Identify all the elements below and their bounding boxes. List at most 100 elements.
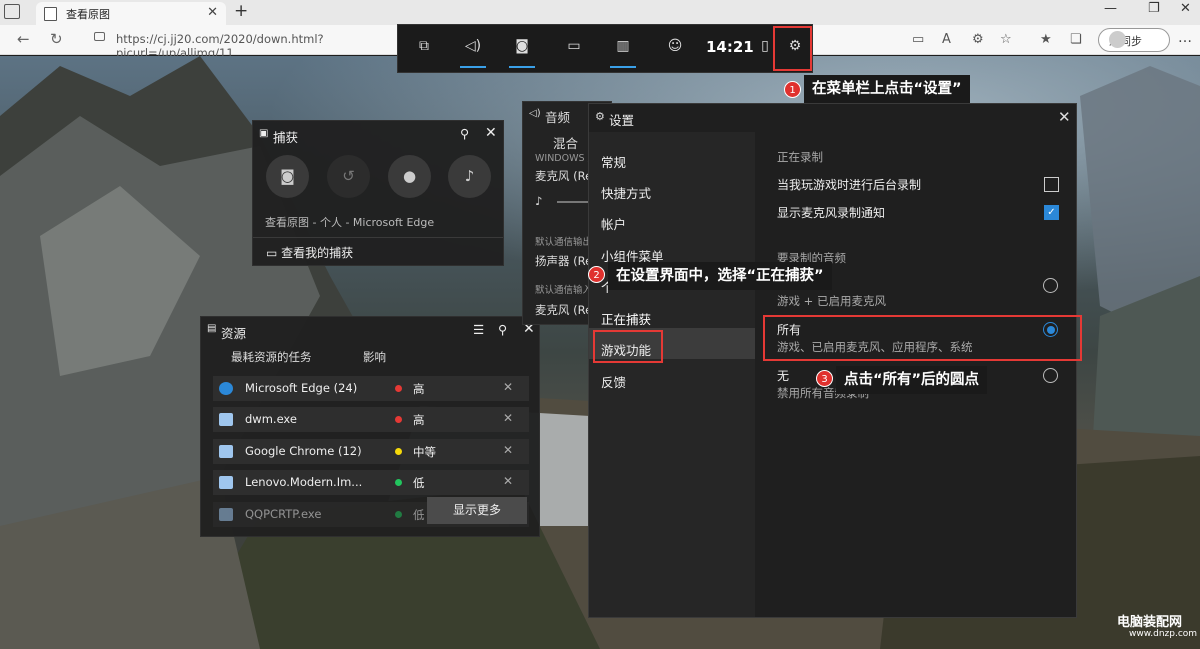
end-task-icon[interactable]: ✕ <box>503 411 513 425</box>
mic-device[interactable]: 麦克风 (Re <box>535 168 592 184</box>
extensions-icon[interactable]: ⚙ <box>972 32 984 47</box>
resources-header: ▤ 资源 ☰ ⚲ ✕ <box>201 317 539 345</box>
default-output-label: 默认通信输出 <box>535 237 593 248</box>
new-tab-button[interactable]: + <box>234 1 248 21</box>
gallery-icon: ▭ <box>266 246 282 260</box>
radio-game[interactable] <box>1043 278 1058 293</box>
table-row[interactable]: Google Chrome (12) 中等 ✕ <box>213 439 529 464</box>
url-field[interactable]: https://cj.jj20.com/2020/down.html?picur… <box>90 28 410 60</box>
app-window-icon <box>219 445 233 458</box>
app-available-icon[interactable]: ▭ <box>912 32 924 47</box>
table-row[interactable]: Lenovo.Modern.Im... 低 ✕ <box>213 470 529 495</box>
start-recording-button[interactable]: ● <box>388 155 431 198</box>
gear-icon: ⚙ <box>595 110 605 123</box>
callout-3: 点击“所有”后的圆点 <box>836 366 988 394</box>
show-more-button[interactable]: 显示更多 <box>427 497 527 524</box>
step-badge-1: 1 <box>784 81 801 98</box>
capture-widget: ▣ 捕获 ⚲ ✕ ◙ ↺ ● ♪ 查看原图 - 个人 - Microsoft E… <box>252 120 504 266</box>
more-icon[interactable]: … <box>1178 30 1192 46</box>
impact-dot <box>395 416 402 423</box>
refresh-icon[interactable]: ↻ <box>50 30 63 48</box>
minimize-icon[interactable]: — <box>1104 1 1117 16</box>
sidebar-item-capturing[interactable]: 正在捕获 <box>601 309 651 328</box>
impact-dot <box>395 385 402 392</box>
settings-title: 设置 <box>609 113 635 128</box>
end-task-icon[interactable]: ✕ <box>503 380 513 394</box>
view-captures-label: 查看我的捕获 <box>281 246 354 260</box>
column-task[interactable]: 最耗资源的任务 <box>231 349 312 365</box>
impact-level: 中等 <box>413 445 436 459</box>
impact-dot <box>395 511 402 518</box>
close-tab-icon[interactable]: ✕ <box>207 5 218 20</box>
widget-menu-icon[interactable]: ⧉ <box>413 38 435 58</box>
impact-level: 高 <box>413 413 425 427</box>
capture-icon[interactable]: ◙ <box>511 38 533 58</box>
option-none-label: 无 <box>777 369 790 383</box>
social-icon[interactable]: ☺ <box>664 38 686 58</box>
view-captures-link[interactable]: ▭ 查看我的捕获 <box>266 244 353 261</box>
speaker-device[interactable]: 扬声器 (Re <box>535 253 592 269</box>
mic-device-2[interactable]: 麦克风 (Re <box>535 302 592 318</box>
record-last-button[interactable]: ↺ <box>327 155 370 198</box>
end-task-icon[interactable]: ✕ <box>503 443 513 457</box>
active-indicator <box>460 66 486 68</box>
process-name: Lenovo.Modern.Im... <box>245 475 363 489</box>
audio-icon[interactable]: ◁) <box>462 38 484 58</box>
section-recording: 正在录制 <box>777 150 823 164</box>
browser-tab[interactable]: 查看原图 ✕ <box>36 2 226 25</box>
options-icon[interactable]: ☰ <box>473 322 484 337</box>
close-window-icon[interactable]: ✕ <box>1180 1 1191 16</box>
screenshot-button[interactable]: ◙ <box>266 155 309 198</box>
profile-sync-button[interactable]: 未同步 <box>1098 28 1170 52</box>
collections-icon[interactable]: ❏ <box>1070 32 1082 47</box>
callout-1: 在菜单栏上点击“设置” <box>804 75 970 103</box>
microphone-icon: ♪ <box>464 167 475 185</box>
performance-icon[interactable]: ▭ <box>563 38 585 58</box>
watermark-name: 电脑装配网 <box>1117 615 1183 630</box>
maximize-icon[interactable]: ❐ <box>1148 1 1160 16</box>
resources-icon[interactable]: ▥ <box>612 38 634 58</box>
sidebar-item-shortcuts[interactable]: 快捷方式 <box>601 183 651 202</box>
end-task-icon[interactable]: ✕ <box>503 474 513 488</box>
read-aloud-icon[interactable]: A <box>942 32 951 47</box>
favorites-icon[interactable]: ★ <box>1040 32 1052 47</box>
table-row[interactable]: Microsoft Edge (24) 高 ✕ <box>213 376 529 401</box>
mic-icon: ♪ <box>535 194 543 208</box>
default-input-label: 默认通信输入 <box>535 285 593 296</box>
clock: 14:21 <box>706 38 754 56</box>
camera-icon: ◙ <box>280 167 295 185</box>
capture-source: 查看原图 - 个人 - Microsoft Edge <box>265 216 435 229</box>
radio-none[interactable] <box>1043 368 1058 383</box>
sidebar-item-account[interactable]: 帐户 <box>601 214 626 233</box>
capture-header: ▣ 捕获 ⚲ ✕ <box>253 121 503 149</box>
pin-icon[interactable]: ⚲ <box>460 126 469 141</box>
close-icon[interactable]: ✕ <box>1058 108 1071 126</box>
microphone-button[interactable]: ♪ <box>448 155 491 198</box>
table-row[interactable]: dwm.exe 高 ✕ <box>213 407 529 432</box>
highlight-box <box>763 315 1082 361</box>
impact-level: 低 <box>413 508 425 522</box>
sidebar-item-feedback[interactable]: 反馈 <box>601 372 626 391</box>
app-window-icon <box>219 508 233 521</box>
settings-window: ⚙ 设置 ✕ 常规 快捷方式 帐户 小组件菜单 个 正在捕获 游戏功能 反馈 正… <box>588 103 1082 618</box>
tab-actions-icon[interactable] <box>4 4 20 19</box>
sidebar-item-general[interactable]: 常规 <box>601 152 626 171</box>
audio-title: 音频 <box>545 110 571 125</box>
impact-dot <box>395 479 402 486</box>
resources-widget: ▤ 资源 ☰ ⚲ ✕ 最耗资源的任务 影响 Microsoft Edge (24… <box>200 316 540 537</box>
column-impact[interactable]: 影响 <box>363 349 386 365</box>
close-icon[interactable]: ✕ <box>485 125 497 141</box>
process-name: dwm.exe <box>245 412 297 426</box>
bg-record-checkbox[interactable] <box>1044 177 1059 192</box>
highlight-box <box>773 26 812 71</box>
active-indicator <box>509 66 535 68</box>
back-icon[interactable]: ← <box>17 30 30 48</box>
watermark-url: www.dnzp.com <box>1129 629 1198 639</box>
record-dot-icon: ● <box>402 167 417 185</box>
capture-title: 捕获 <box>273 130 299 145</box>
avatar <box>1109 31 1126 48</box>
mic-notify-checkbox[interactable]: ✓ <box>1044 205 1059 220</box>
highlight-box <box>593 330 663 363</box>
favorite-icon[interactable]: ☆ <box>1000 32 1012 47</box>
pin-icon[interactable]: ⚲ <box>498 322 507 337</box>
